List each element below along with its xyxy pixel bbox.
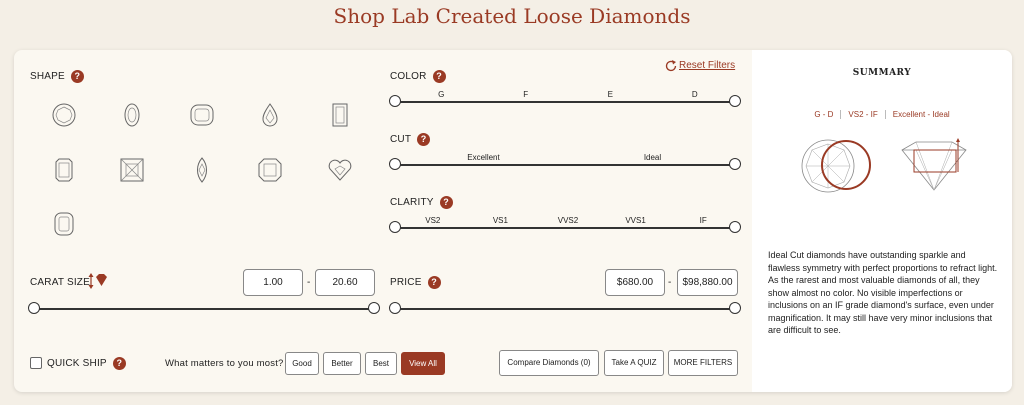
compare-diamonds-button[interactable]: Compare Diamonds (0) (499, 350, 599, 376)
price-slider-max-handle[interactable] (729, 302, 741, 314)
diamond-arrows-icon (88, 273, 107, 289)
quick-ship-text: QUICK SHIP (47, 358, 107, 370)
cut-label: CUT? (390, 133, 431, 146)
oval-icon[interactable] (119, 102, 145, 128)
cut-label-text: CUT (390, 134, 412, 146)
more-filters-button[interactable]: MORE FILTERS (668, 350, 738, 376)
summary-tag-cut: Excellent - Ideal (892, 110, 950, 119)
reset-filters-link[interactable]: Reset Filters (679, 60, 735, 71)
carat-slider[interactable] (28, 301, 380, 317)
color-slider[interactable] (389, 94, 741, 110)
summary-tag-clarity: VS2 - IF (841, 110, 886, 119)
diamond-side-view-icon (901, 138, 967, 191)
summary-panel: SUMMARY G - D VS2 - IF Excellent - Ideal (752, 50, 1012, 392)
carat-slider-max-handle[interactable] (368, 302, 380, 314)
clarity-slider[interactable] (389, 220, 741, 236)
best-button[interactable]: Best (365, 352, 397, 375)
clarity-slider-track (395, 227, 735, 229)
marquise-icon[interactable] (189, 157, 215, 183)
clarity-slider-max-handle[interactable] (729, 221, 741, 233)
carat-slider-track (34, 308, 374, 310)
color-slider-track (395, 101, 735, 103)
radiant-icon[interactable] (51, 157, 77, 183)
color-slider-min-handle[interactable] (389, 95, 401, 107)
carat-max-input[interactable]: 20.60 (315, 269, 375, 296)
cut-slider-track (395, 164, 735, 166)
asscher-icon[interactable] (257, 157, 283, 183)
price-min-input[interactable]: $680.00 (605, 269, 665, 296)
carat-slider-min-handle[interactable] (28, 302, 40, 314)
filter-panel: SHAPE? Reset Filters COLOR? G F E D CUT … (14, 50, 1012, 392)
summary-description: Ideal Cut diamonds have outstanding spar… (768, 250, 998, 335)
diamond-top-view-icon (801, 139, 871, 193)
better-button[interactable]: Better (323, 352, 361, 375)
price-label: PRICE? (390, 276, 441, 289)
carat-separator: - (307, 277, 311, 288)
emerald-icon[interactable] (327, 102, 353, 128)
clarity-slider-min-handle[interactable] (389, 221, 401, 233)
cut-slider[interactable] (389, 157, 741, 173)
view-all-button[interactable]: View All (401, 352, 445, 375)
good-button[interactable]: Good (285, 352, 319, 375)
princess-icon[interactable] (119, 157, 145, 183)
color-slider-max-handle[interactable] (729, 95, 741, 107)
clarity-label-text: CLARITY (390, 197, 434, 209)
cushion-icon[interactable] (189, 102, 215, 128)
price-max-input[interactable]: $98,880.00 (677, 269, 738, 296)
price-label-text: PRICE (390, 277, 422, 289)
pear-icon[interactable] (257, 102, 283, 128)
cut-slider-min-handle[interactable] (389, 158, 401, 170)
price-slider-track (395, 308, 735, 310)
carat-label: CARAT SIZE (30, 277, 90, 288)
quick-ship-checkbox[interactable] (30, 357, 42, 369)
cut-slider-max-handle[interactable] (729, 158, 741, 170)
price-help-icon[interactable]: ? (427, 276, 441, 289)
price-slider[interactable] (389, 301, 741, 317)
clarity-label: CLARITY? (390, 196, 453, 209)
shape-help-icon[interactable]: ? (70, 70, 84, 83)
summary-title: SUMMARY (852, 68, 912, 78)
summary-tag-color: G - D (807, 110, 842, 119)
color-label-text: COLOR (390, 71, 427, 83)
shape-label: SHAPE? (30, 70, 84, 83)
price-slider-min-handle[interactable] (389, 302, 401, 314)
color-help-icon[interactable]: ? (432, 70, 446, 83)
cut-help-icon[interactable]: ? (417, 133, 431, 146)
matters-label: What matters to you most? (165, 358, 284, 369)
quick-ship-help-icon[interactable]: ? (112, 357, 126, 370)
reset-icon[interactable] (664, 59, 678, 73)
round-icon[interactable] (51, 102, 77, 128)
summary-tags: G - D VS2 - IF Excellent - Ideal (752, 110, 1012, 119)
elongated-cushion-icon[interactable] (51, 211, 77, 237)
carat-min-input[interactable]: 1.00 (243, 269, 303, 296)
take-quiz-button[interactable]: Take A QUIZ (604, 350, 664, 376)
shape-label-text: SHAPE (30, 71, 65, 83)
price-separator: - (668, 277, 672, 288)
quick-ship-label: QUICK SHIP? (47, 357, 126, 370)
page-title: Shop Lab Created Loose Diamonds (333, 4, 691, 28)
heart-icon[interactable] (327, 157, 353, 183)
color-label: COLOR? (390, 70, 446, 83)
clarity-help-icon[interactable]: ? (439, 196, 453, 209)
